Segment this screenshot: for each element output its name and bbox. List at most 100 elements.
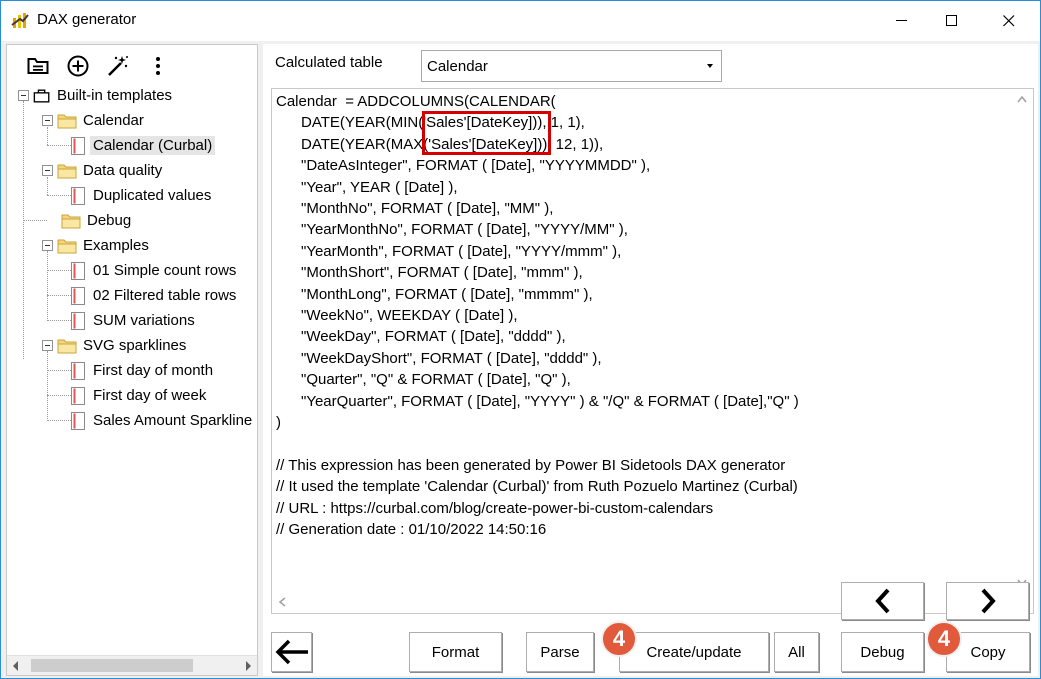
tree-node-sales-amount-sparkline[interactable]: Sales Amount Sparkline — [71, 408, 252, 433]
document-icon — [71, 411, 85, 430]
highlight-box — [422, 111, 551, 155]
open-folder-button[interactable] — [25, 53, 51, 79]
step-badge: 4 — [926, 621, 962, 657]
tree-line — [47, 251, 48, 319]
magic-wand-icon — [108, 56, 128, 76]
minimize-button[interactable] — [879, 1, 925, 41]
chevron-right-icon — [981, 588, 996, 614]
folder-icon — [57, 164, 77, 178]
close-icon — [1003, 15, 1015, 27]
minimize-icon — [896, 20, 907, 21]
previous-button[interactable] — [841, 582, 924, 620]
document-icon — [71, 361, 85, 380]
tree-line — [47, 320, 71, 321]
folder-icon — [57, 339, 77, 353]
scroll-thumb[interactable] — [31, 659, 193, 672]
select-value: Calendar — [427, 58, 488, 75]
maximize-icon — [946, 15, 957, 26]
tree-label: Duplicated values — [93, 187, 212, 204]
tree-label: First day of month — [93, 362, 214, 379]
folder-icon — [61, 214, 81, 228]
debug-button[interactable]: Debug — [841, 632, 924, 672]
tree-line — [47, 295, 71, 296]
collapse-icon[interactable] — [18, 90, 29, 101]
dax-generator-window: DAX generator Built-in templates Calenda… — [0, 0, 1041, 679]
tree-node-simple-count-rows[interactable]: 01 Simple count rows — [71, 258, 236, 283]
chevron-left-icon — [874, 588, 889, 614]
calculated-table-select[interactable]: Calendar — [421, 50, 722, 82]
tree-label: Built-in templates — [57, 87, 173, 104]
tree-label: Calendar — [83, 112, 144, 129]
document-icon — [71, 386, 85, 405]
tree-node-sum-variations[interactable]: SUM variations — [71, 308, 195, 333]
folder-list-icon — [27, 58, 49, 74]
more-vertical-icon — [156, 57, 160, 75]
tree-node-built-in-templates[interactable]: Built-in templates — [18, 83, 172, 108]
briefcase-icon — [33, 88, 50, 103]
scroll-up-icon[interactable] — [1017, 95, 1027, 103]
arrow-left-icon — [275, 639, 308, 665]
folder-icon — [57, 239, 77, 253]
scroll-right-icon[interactable] — [243, 660, 253, 672]
template-tree: Built-in templates Calendar Calendar (Cu… — [7, 83, 257, 649]
tree-label: Calendar (Curbal) — [90, 136, 216, 155]
tree-line — [47, 395, 71, 396]
calculated-table-label: Calculated table — [275, 54, 383, 71]
tree-node-calendar-curbal[interactable]: Calendar (Curbal) — [71, 133, 216, 158]
more-options-button[interactable] — [145, 53, 171, 79]
tree-line — [47, 145, 71, 146]
tree-label: First day of week — [93, 387, 207, 404]
editor-panel: Calculated table Calendar Calendar = ADD… — [263, 44, 1038, 676]
document-icon — [71, 261, 85, 280]
tree-line — [23, 220, 47, 221]
magic-wand-button[interactable] — [105, 53, 131, 79]
tree-line — [47, 370, 71, 371]
add-template-button[interactable] — [65, 53, 91, 79]
dax-code-editor[interactable]: Calendar = ADDCOLUMNS(CALENDAR( DATE(YEA… — [271, 88, 1034, 614]
parse-button[interactable]: Parse — [526, 632, 594, 672]
maximize-button[interactable] — [929, 1, 975, 41]
tree-label: Examples — [83, 237, 149, 254]
tree-node-examples[interactable]: Examples — [42, 233, 149, 258]
close-button[interactable] — [986, 1, 1032, 41]
collapse-icon[interactable] — [42, 115, 53, 126]
tree-label: Sales Amount Sparkline — [93, 412, 253, 429]
back-button[interactable] — [271, 632, 312, 672]
document-icon — [71, 311, 85, 330]
collapse-icon[interactable] — [42, 165, 53, 176]
title-bar[interactable]: DAX generator — [1, 1, 1040, 41]
tree-line — [47, 195, 71, 196]
format-button[interactable]: Format — [409, 632, 502, 672]
dropdown-arrow-icon — [707, 64, 713, 68]
tree-node-svg-sparklines[interactable]: SVG sparklines — [42, 333, 186, 358]
tree-horizontal-scrollbar[interactable] — [7, 655, 257, 675]
tree-toolbar — [25, 53, 171, 79]
document-icon — [71, 186, 85, 205]
collapse-icon[interactable] — [42, 340, 53, 351]
tree-node-first-day-of-week[interactable]: First day of week — [71, 383, 206, 408]
document-icon — [71, 286, 85, 305]
tree-label: 01 Simple count rows — [93, 262, 237, 279]
tree-node-duplicated-values[interactable]: Duplicated values — [71, 183, 211, 208]
tree-node-first-day-of-month[interactable]: First day of month — [71, 358, 213, 383]
tree-label: SUM variations — [93, 312, 195, 329]
tree-node-filtered-table-rows[interactable]: 02 Filtered table rows — [71, 283, 236, 308]
dax-code-text[interactable]: Calendar = ADDCOLUMNS(CALENDAR( DATE(YEA… — [276, 91, 799, 541]
document-icon — [71, 136, 85, 155]
scroll-left-icon[interactable] — [11, 660, 21, 672]
next-button[interactable] — [946, 582, 1029, 620]
tree-node-data-quality[interactable]: Data quality — [42, 158, 162, 183]
scroll-left-icon[interactable] — [278, 597, 286, 607]
tree-node-calendar[interactable]: Calendar — [42, 108, 144, 133]
collapse-icon[interactable] — [42, 240, 53, 251]
add-circle-icon — [67, 55, 89, 77]
folder-icon — [57, 114, 77, 128]
tree-node-debug[interactable]: Debug — [61, 208, 131, 233]
template-tree-panel: Built-in templates Calendar Calendar (Cu… — [6, 44, 258, 676]
tree-label: Data quality — [83, 162, 163, 179]
create-update-button[interactable]: Create/update — [619, 632, 769, 672]
step-badge: 4 — [601, 621, 637, 657]
all-button[interactable]: All — [774, 632, 819, 672]
tree-line — [47, 351, 48, 419]
tree-line — [47, 420, 71, 421]
